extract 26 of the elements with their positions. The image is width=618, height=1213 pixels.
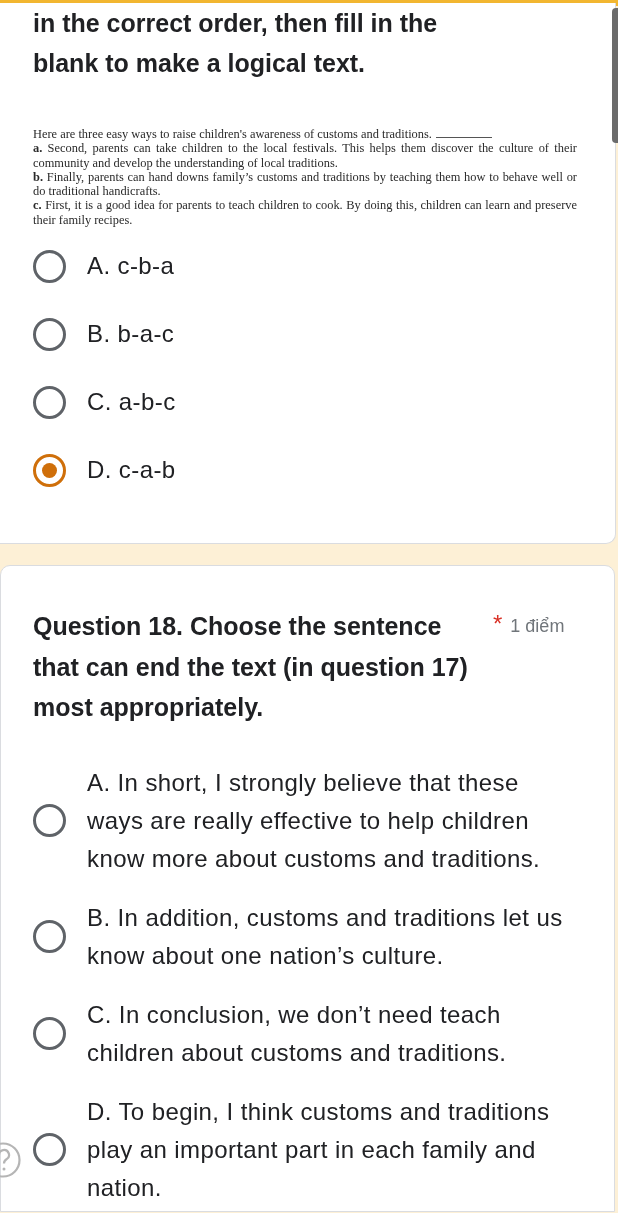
radio-button[interactable] (33, 453, 66, 487)
option-label: B. b-a-c (87, 319, 175, 350)
option-label: D. To begin, I think customs and traditions play an important part in each family and nation. (87, 1096, 551, 1203)
option-label: C. a-b-c (87, 387, 176, 418)
question-title: Question 18. Choose the sentence that can end the text (in question 17) most appropriately. (33, 611, 469, 724)
passage-text: Here are three easy ways to raise children's awareness of customs and traditions. (33, 127, 432, 142)
option-label: A. In short, I strongly believe that these ways are really effective to help children know more about customs and traditions. (87, 767, 542, 874)
radio-button[interactable] (33, 317, 66, 351)
scrollbar-thumb[interactable] (612, 8, 618, 143)
points-label: 1 điểm (510, 615, 565, 639)
question-title: in the correct order, then fill in the blank to make a logical text. (33, 8, 439, 79)
required-asterisk: * (493, 609, 503, 640)
radio-button[interactable] (33, 804, 66, 838)
fill-in-line (435, 137, 492, 139)
radio-button[interactable] (33, 249, 66, 283)
option-label: A. c-b-a (87, 251, 175, 282)
passage-text: c. First, it is a good idea for parents to teach children to cook. By doing this, children can learn and preserve their family recipes. (33, 198, 577, 228)
passage-text: b. Finally, parents can hand downs family’s customs and traditions by teaching them how to behave well or do traditional handicrafts. (33, 169, 577, 199)
radio-button[interactable] (33, 920, 66, 954)
radio-button[interactable] (33, 1017, 66, 1051)
passage-text: a. Second, parents can take children to the local festivals. This helps them discover the culture of their community and develop the understanding of local traditions. (33, 141, 577, 170)
option-label: B. In addition, customs and traditions let us know about one nation’s culture. (87, 902, 564, 971)
option-label: C. In conclusion, we don’t need teach children about customs and traditions. (87, 999, 508, 1068)
radio-button[interactable] (33, 1133, 66, 1167)
radio-button[interactable] (33, 385, 66, 419)
option-label: D. c-a-b (87, 455, 176, 486)
